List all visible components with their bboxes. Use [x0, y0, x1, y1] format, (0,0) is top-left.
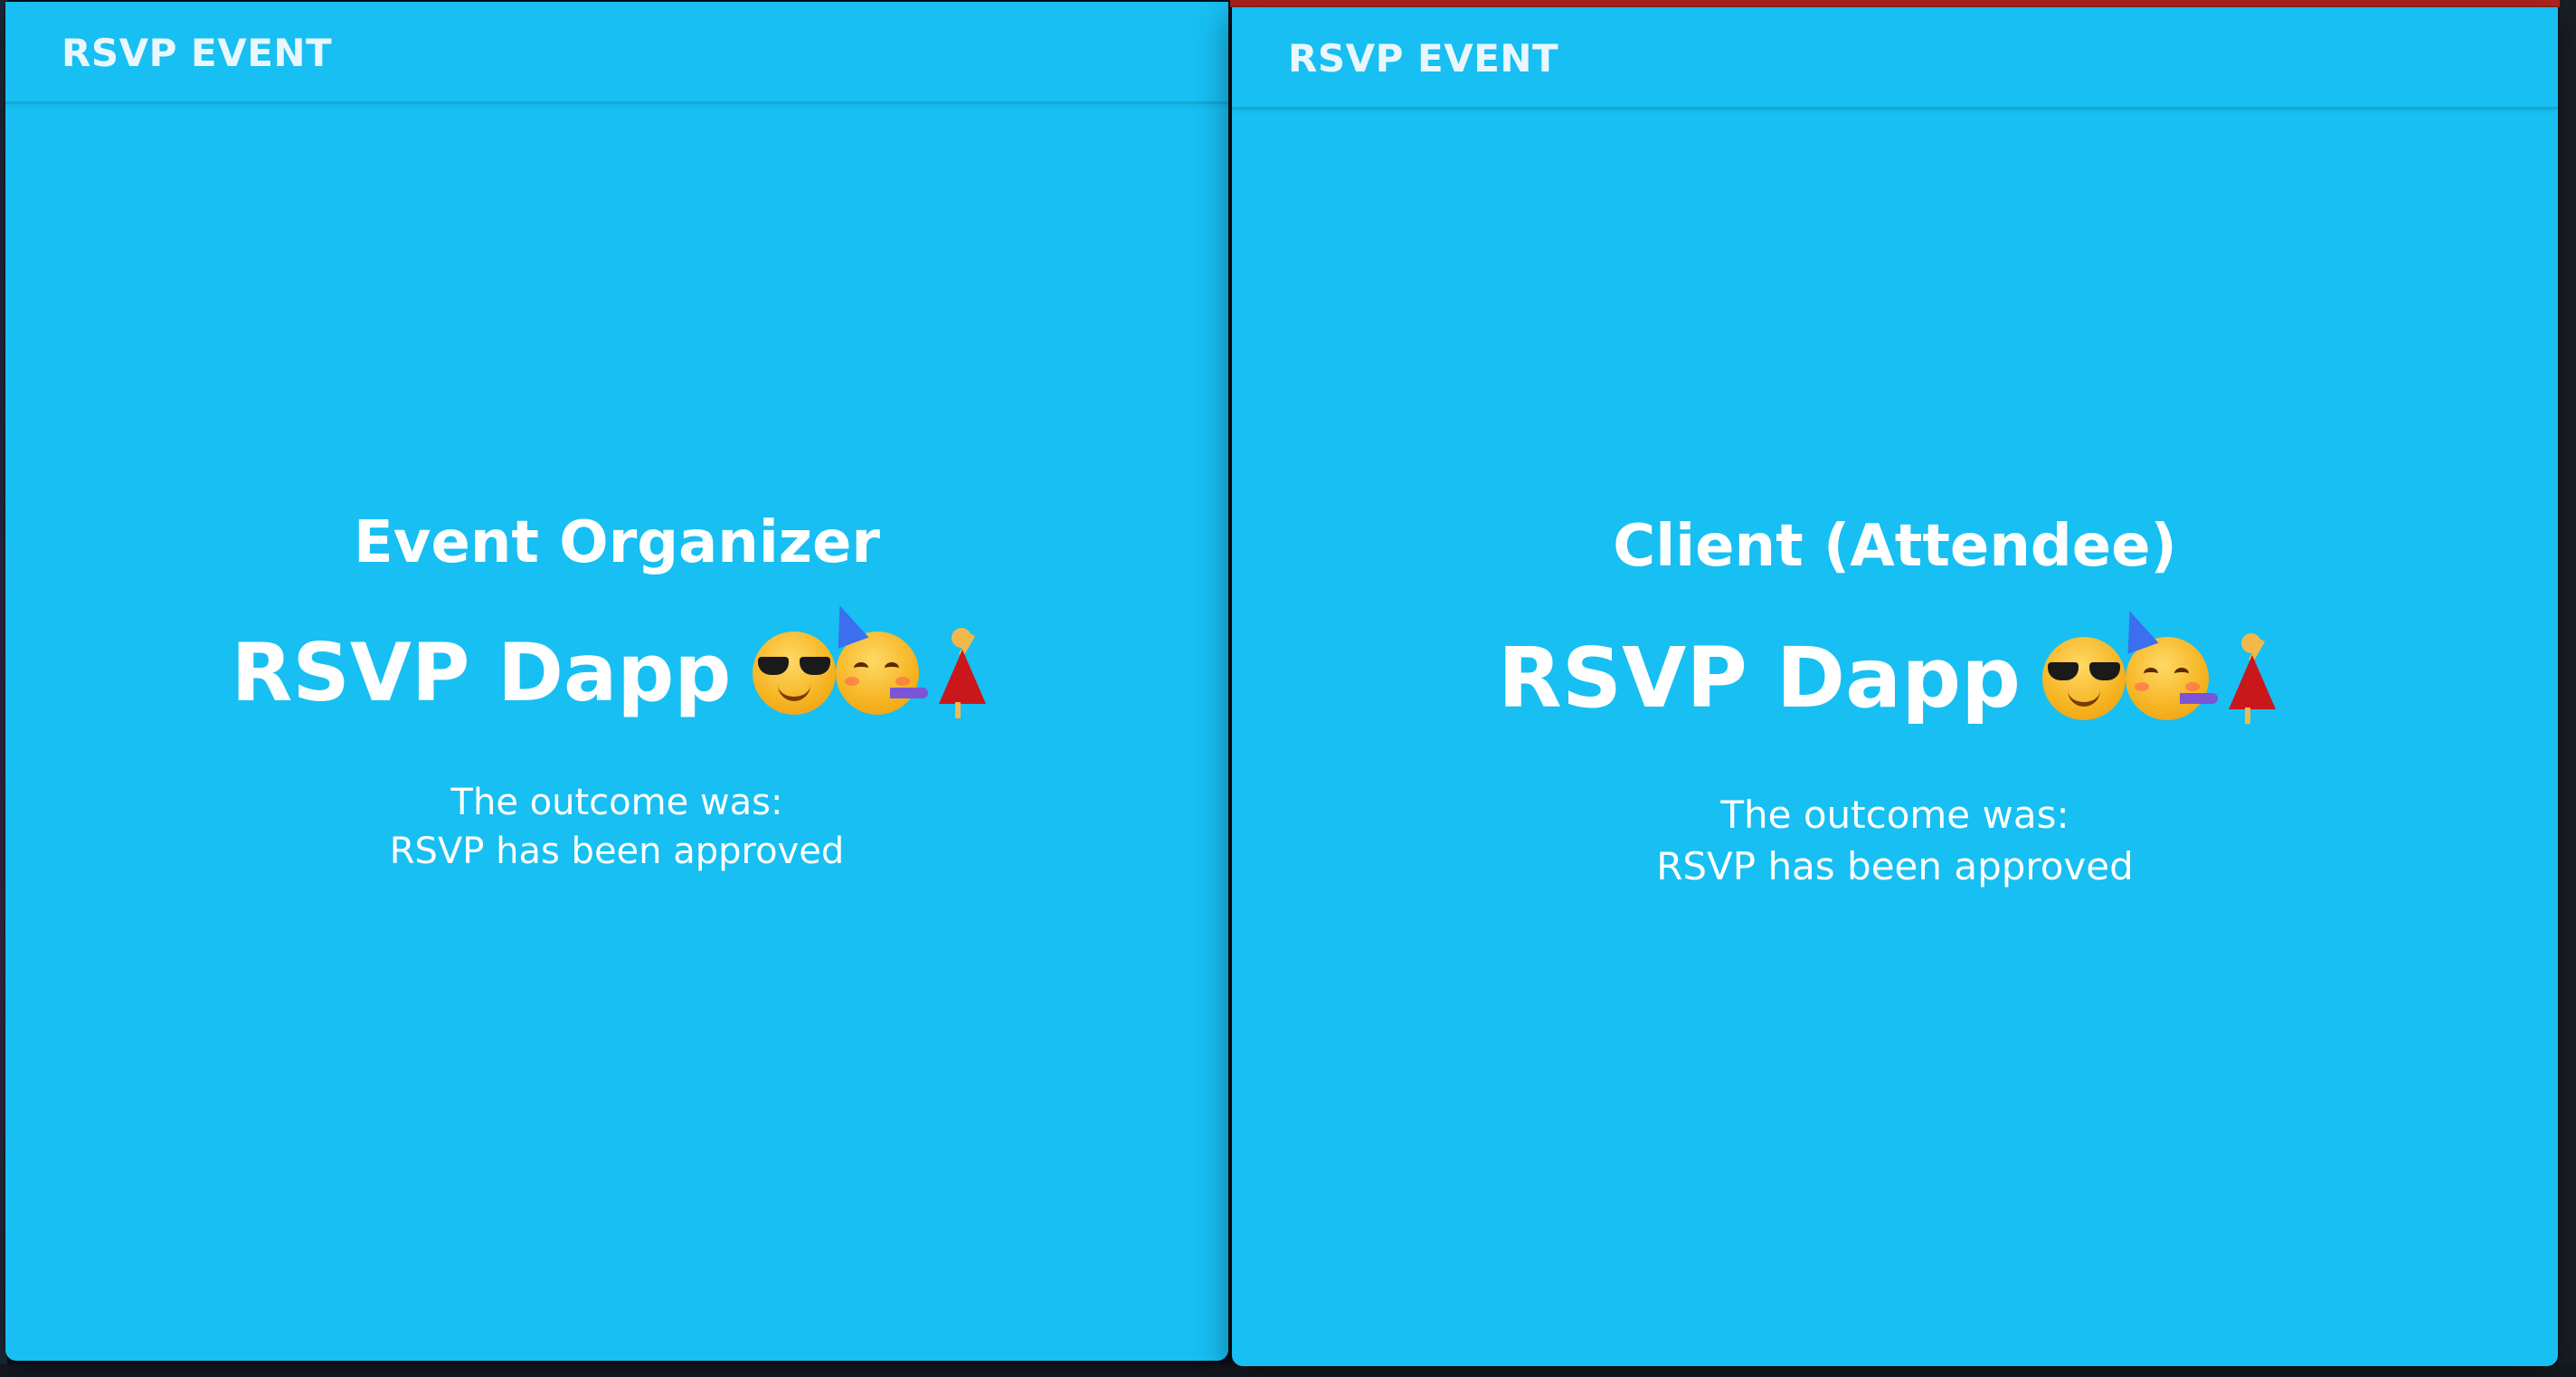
app-bar-title: RSVP EVENT [62, 31, 333, 75]
role-heading: Client (Attendee) [1613, 513, 2177, 580]
app-title-row: RSVP Dapp [1232, 605, 2558, 728]
woman-dancing-icon [919, 627, 1002, 718]
emoji-group [2041, 605, 2292, 724]
background-bottom-bar [0, 1364, 2576, 1377]
background-red-bar [1230, 0, 2560, 7]
outcome-label: The outcome was: [1720, 793, 2069, 838]
smiling-face-with-sunglasses-icon [2041, 636, 2126, 720]
app-bar-title: RSVP EVENT [1288, 36, 1559, 81]
partying-face-icon [824, 599, 929, 715]
app-title: RSVP Dapp [1498, 629, 2021, 726]
organizer-window: RSVP EVENT Event Organizer RSVP Dapp The… [5, 2, 1228, 1361]
emoji-group [753, 599, 1002, 718]
outcome-label: The outcome was: [450, 782, 783, 824]
app-title: RSVP Dapp [231, 625, 732, 719]
app-title-row: RSVP Dapp [5, 599, 1228, 721]
outcome-text: The outcome was: RSVP has been approved [5, 778, 1228, 876]
outcome-text: The outcome was: RSVP has been approved [1232, 790, 2558, 892]
smiling-face-with-sunglasses-icon [753, 631, 837, 715]
role-heading: Event Organizer [354, 509, 880, 576]
desktop: RSVP EVENT Event Organizer RSVP Dapp The… [0, 0, 2576, 1377]
app-bar: RSVP EVENT [1232, 7, 2558, 109]
app-bar: RSVP EVENT [5, 2, 1228, 104]
attendee-window: RSVP EVENT Client (Attendee) RSVP Dapp T… [1232, 7, 2558, 1366]
background-window-edge-right [2558, 0, 2576, 1377]
partying-face-icon [2114, 605, 2218, 720]
woman-dancing-icon [2209, 632, 2292, 724]
main-content: Client (Attendee) RSVP Dapp The outcome … [1232, 512, 2558, 893]
outcome-value: RSVP has been approved [1656, 843, 2134, 888]
main-content: Event Organizer RSVP Dapp The outcome wa… [5, 508, 1228, 876]
outcome-value: RSVP has been approved [389, 831, 845, 873]
